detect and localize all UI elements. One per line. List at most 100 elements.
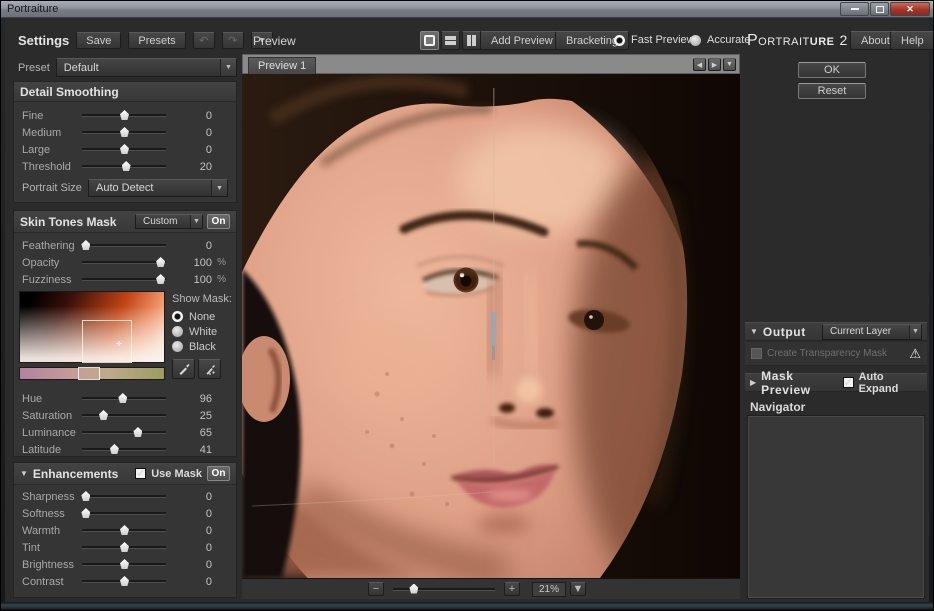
slider-thumb[interactable] <box>81 491 90 501</box>
auto-expand-checkbox-row[interactable]: ✓ Auto Expand <box>843 371 922 395</box>
slider-thumb[interactable] <box>81 508 90 518</box>
radio-label[interactable]: None <box>189 311 215 323</box>
slider-thumb[interactable] <box>120 110 129 120</box>
ok-button[interactable]: OK <box>798 62 866 78</box>
checkbox-checked-icon[interactable]: ✓ <box>843 377 854 388</box>
warmth-slider[interactable] <box>82 529 166 532</box>
slider-thumb[interactable] <box>122 161 131 171</box>
zoom-out-button[interactable]: − <box>368 582 384 596</box>
chevron-down-icon[interactable]: ▼ <box>220 59 236 76</box>
redo-icon[interactable]: ↷ <box>222 32 244 49</box>
preset-dropdown[interactable]: Default ▼ <box>56 58 237 77</box>
brightness-slider[interactable] <box>82 563 166 566</box>
zoom-slider[interactable] <box>393 588 495 591</box>
zoom-slider-thumb[interactable] <box>409 584 418 594</box>
chevron-down-icon[interactable]: ▼ <box>211 180 227 196</box>
fine-slider[interactable] <box>82 114 166 117</box>
slider-thumb[interactable] <box>120 525 129 535</box>
color-selection-rect[interactable] <box>82 320 132 363</box>
slider-thumb[interactable] <box>120 144 129 154</box>
radio-label[interactable]: White <box>189 326 217 338</box>
saturation-slider[interactable] <box>82 414 166 417</box>
radio-icon[interactable] <box>172 341 183 352</box>
add-preview-button[interactable]: Add Preview <box>480 31 564 50</box>
radio-label[interactable]: Fast Preview <box>631 34 695 46</box>
radio-selected-icon[interactable] <box>614 35 625 46</box>
close-button[interactable]: ✕ <box>890 2 930 16</box>
portrait-size-dropdown[interactable]: Auto Detect ▼ <box>88 179 228 197</box>
chevron-down-icon[interactable]: ▼ <box>190 215 202 228</box>
reset-button[interactable]: Reset <box>798 83 866 99</box>
maximize-button[interactable] <box>870 2 889 16</box>
luminance-slider[interactable] <box>82 431 166 434</box>
mask-mode-dropdown[interactable]: Custom ▼ <box>135 214 203 229</box>
zoom-level-value[interactable]: 21% <box>532 582 566 597</box>
show-mask-none-option[interactable]: None <box>172 309 234 324</box>
slider-thumb[interactable] <box>133 427 142 437</box>
feathering-slider[interactable] <box>82 244 166 247</box>
hue-strip[interactable] <box>19 367 165 380</box>
skin-mask-on-button[interactable]: On <box>207 214 230 229</box>
softness-slider[interactable] <box>82 512 166 515</box>
sharpness-slider[interactable] <box>82 495 166 498</box>
slider-thumb[interactable] <box>120 127 129 137</box>
navigator-viewport[interactable] <box>748 416 924 598</box>
skin-tone-color-picker[interactable]: ✛ <box>19 291 165 363</box>
slider-thumb[interactable] <box>156 274 165 284</box>
eyedropper-button[interactable] <box>172 359 195 379</box>
use-mask-checkbox-row[interactable]: ✓ Use Mask <box>135 468 202 480</box>
hue-slider[interactable] <box>82 397 166 400</box>
undo-icon[interactable]: ↶ <box>193 32 215 49</box>
titlebar[interactable]: Portraiture ✕ <box>1 1 933 18</box>
tint-slider[interactable] <box>82 546 166 549</box>
chevron-down-icon[interactable]: ▼ <box>909 325 921 339</box>
checkbox-checked-icon[interactable]: ✓ <box>135 468 146 479</box>
slider-thumb[interactable] <box>156 257 165 267</box>
tab-list-icon[interactable]: ▼ <box>723 58 736 71</box>
enhancements-on-button[interactable]: On <box>207 466 230 481</box>
contrast-slider[interactable] <box>82 580 166 583</box>
latitude-slider[interactable] <box>82 448 166 451</box>
zoom-in-button[interactable]: + <box>504 582 520 596</box>
slider-thumb[interactable] <box>118 393 127 403</box>
minimize-button[interactable] <box>840 2 869 16</box>
radio-selected-icon[interactable] <box>172 311 183 322</box>
radio-icon[interactable] <box>172 326 183 337</box>
accurate-option[interactable]: Accurate <box>690 34 750 46</box>
fast-preview-option[interactable]: Fast Preview <box>614 34 695 46</box>
presets-button[interactable]: Presets <box>128 32 185 49</box>
checkbox-disabled-icon[interactable] <box>751 348 762 359</box>
eyedropper-plus-button[interactable] <box>198 359 221 379</box>
slider-thumb[interactable] <box>81 240 90 250</box>
tab-next-icon[interactable]: ▶ <box>708 58 721 71</box>
auto-expand-label[interactable]: Auto Expand <box>859 371 922 395</box>
view-split-vertical-button[interactable] <box>462 31 481 50</box>
show-mask-black-option[interactable]: Black <box>172 339 234 354</box>
large-slider[interactable] <box>82 148 166 151</box>
fuzziness-slider[interactable] <box>82 278 166 281</box>
slider-thumb[interactable] <box>99 410 108 420</box>
output-target-dropdown[interactable]: Current Layer ▼ <box>822 324 922 340</box>
collapse-triangle-icon[interactable]: ▼ <box>750 327 758 336</box>
use-mask-label[interactable]: Use Mask <box>151 468 202 480</box>
collapse-triangle-icon[interactable]: ▼ <box>20 469 28 478</box>
threshold-slider[interactable] <box>82 165 166 168</box>
slider-thumb[interactable] <box>120 559 129 569</box>
slider-thumb[interactable] <box>110 444 119 454</box>
tab-preview-1[interactable]: Preview 1 <box>248 57 316 74</box>
collapse-triangle-right-icon[interactable]: ▶ <box>750 378 756 387</box>
radio-icon[interactable] <box>690 35 701 46</box>
medium-slider[interactable] <box>82 131 166 134</box>
radio-label[interactable]: Black <box>189 341 216 353</box>
zoom-preset-dropdown-icon[interactable]: ▼ <box>570 582 586 596</box>
view-single-button[interactable] <box>420 31 439 50</box>
hue-selection-rect[interactable] <box>78 367 100 380</box>
save-button[interactable]: Save <box>76 32 121 49</box>
slider-thumb[interactable] <box>120 576 129 586</box>
preview-image[interactable] <box>242 74 740 578</box>
tab-prev-icon[interactable]: ◀ <box>693 58 706 71</box>
view-split-horizontal-button[interactable] <box>441 31 460 50</box>
show-mask-white-option[interactable]: White <box>172 324 234 339</box>
opacity-slider[interactable] <box>82 261 166 264</box>
radio-label[interactable]: Accurate <box>707 34 750 46</box>
